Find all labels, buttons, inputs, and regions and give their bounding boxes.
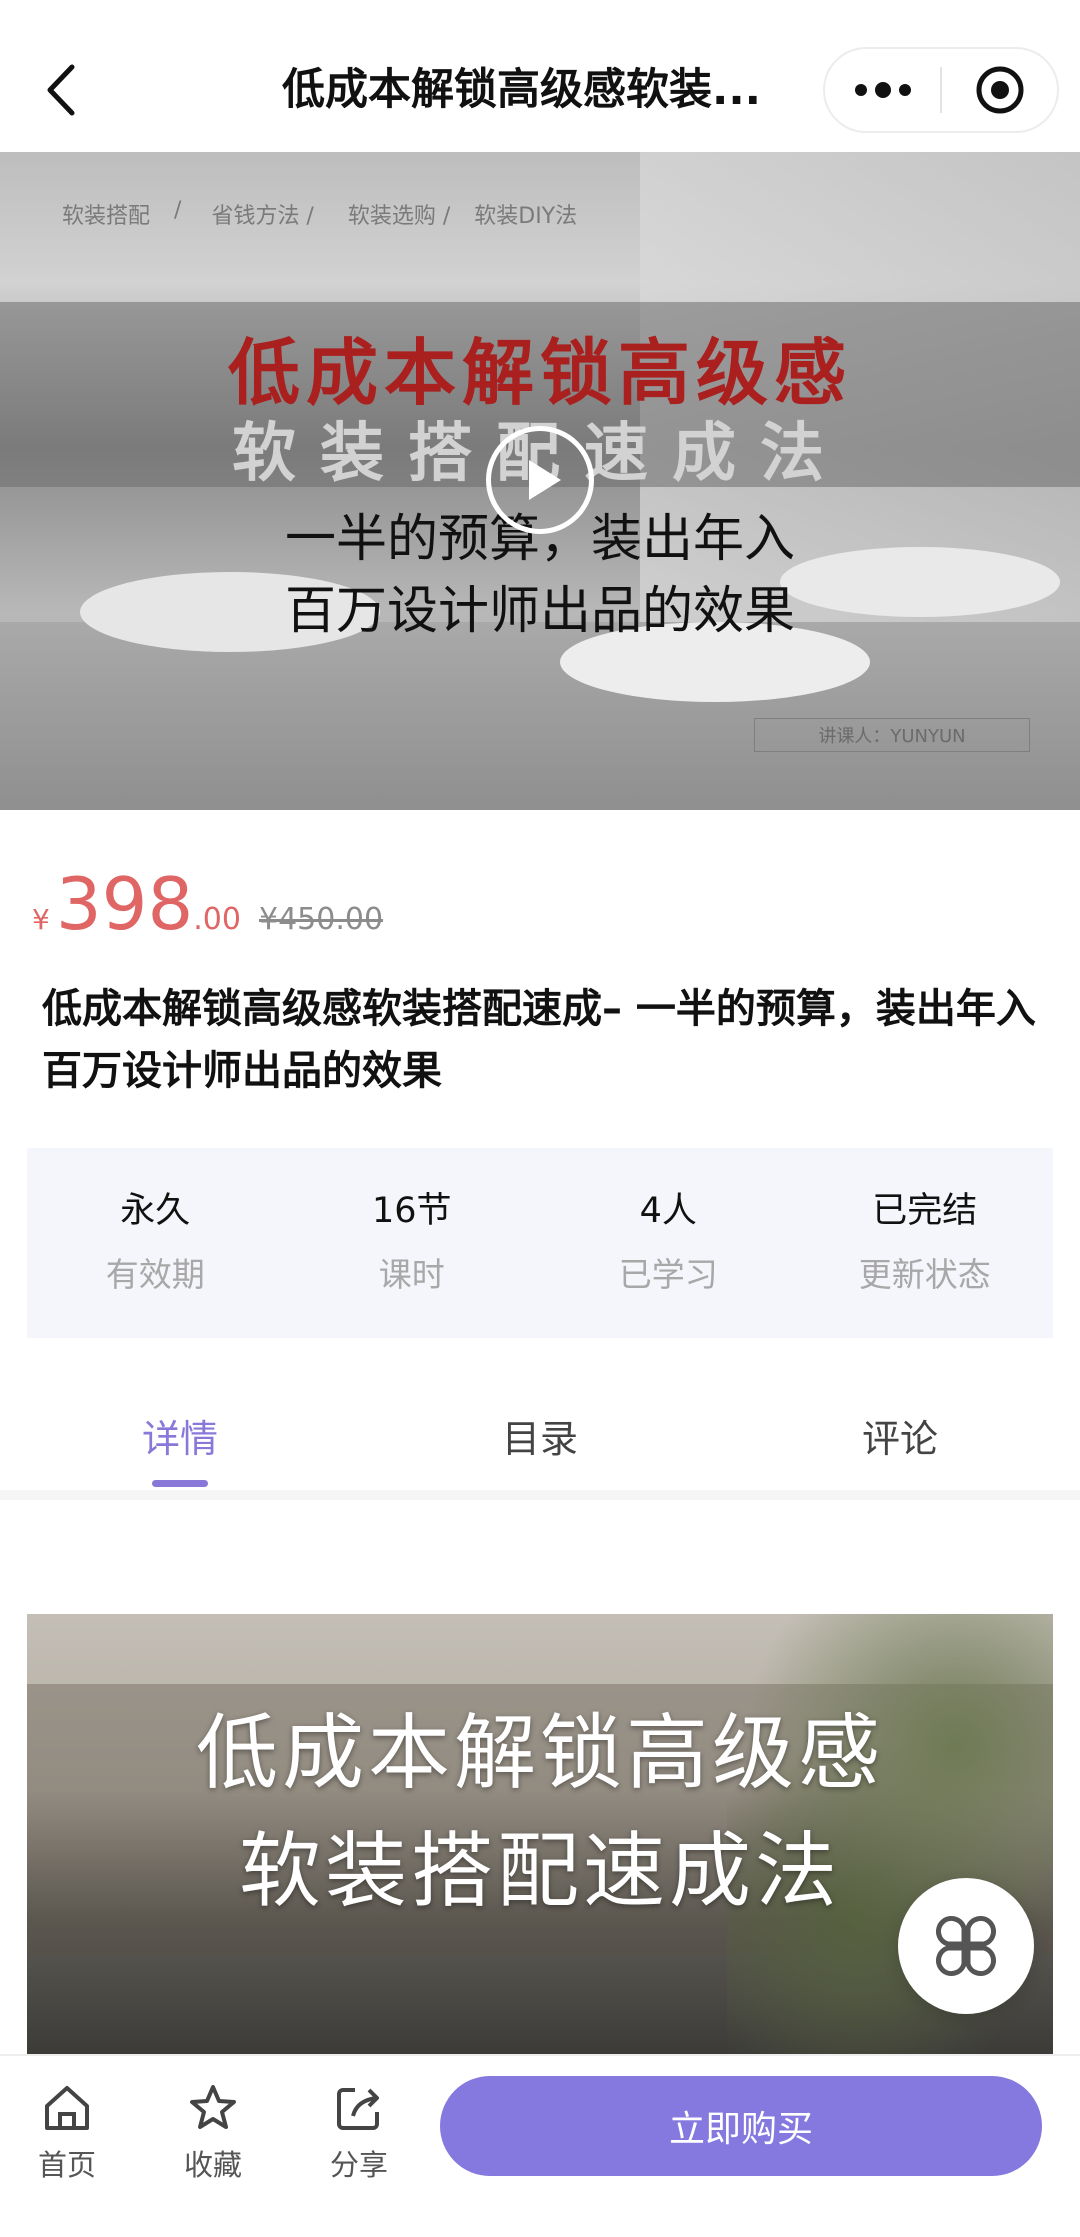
course-stats: 永久 有效期 16节 课时 4人 已学习 已完结 更新状态 <box>27 1148 1053 1338</box>
favorite-button[interactable]: 收藏 <box>158 2082 268 2184</box>
buy-now-button[interactable]: 立即购买 <box>440 2076 1042 2176</box>
home-button[interactable]: 首页 <box>12 2082 122 2184</box>
stat-label: 课时 <box>378 1255 445 1294</box>
target-icon <box>976 66 1023 114</box>
play-button[interactable] <box>486 426 594 534</box>
stat-lessons: 16节 课时 <box>284 1148 541 1338</box>
cover-breadcrumb: 软装搭配 / 省钱方法 / 软装选购 / 软装DIY法 <box>62 198 577 230</box>
stat-value: 永久 <box>120 1191 191 1231</box>
favorite-label: 收藏 <box>183 2148 242 2182</box>
share-button[interactable]: 分享 <box>304 2082 414 2184</box>
stat-update-status: 已完结 更新状态 <box>797 1148 1054 1338</box>
stat-value: 4人 <box>639 1191 697 1231</box>
breadcrumb-item: 软装搭配 <box>62 204 151 229</box>
detail-banner-line-1: 低成本解锁高级感 <box>195 1706 884 1801</box>
active-tab-indicator <box>152 1480 208 1487</box>
original-price: ¥450.00 <box>258 902 384 937</box>
stat-label: 更新状态 <box>858 1255 991 1294</box>
bottom-action-bar: 首页 收藏 分享 立即购买 <box>0 2054 1080 2237</box>
mini-program-capsule <box>823 47 1059 133</box>
price-decimal: .00 <box>193 902 241 937</box>
tab-label: 目录 <box>501 1417 578 1461</box>
content-tabs: 详情 目录 评论 <box>0 1370 1080 1500</box>
floating-menu-button[interactable] <box>898 1878 1034 2014</box>
close-program-button[interactable] <box>942 47 1057 133</box>
stat-value: 已完结 <box>872 1191 978 1231</box>
breadcrumb-item: 省钱方法 / <box>211 204 314 229</box>
stat-value: 16节 <box>371 1191 452 1231</box>
tab-catalog[interactable]: 目录 <box>360 1370 720 1490</box>
play-icon <box>529 460 561 500</box>
star-icon <box>190 2085 236 2129</box>
grid-menu-icon <box>935 1915 997 1977</box>
tab-label: 详情 <box>141 1417 218 1461</box>
home-label: 首页 <box>37 2148 96 2182</box>
stat-label: 已学习 <box>618 1255 718 1294</box>
tab-label: 评论 <box>861 1417 938 1461</box>
more-button[interactable] <box>825 47 940 133</box>
page-title: 低成本解锁高级感软装... <box>282 65 762 115</box>
detail-banner-image: 低成本解锁高级感 软装搭配速成法 <box>27 1614 1053 2054</box>
more-dots-icon <box>851 82 915 98</box>
share-label: 分享 <box>329 2148 388 2182</box>
share-icon <box>337 2088 379 2130</box>
chevron-left-icon <box>47 64 75 116</box>
stat-validity: 永久 有效期 <box>27 1148 284 1338</box>
tab-details[interactable]: 详情 <box>0 1370 360 1490</box>
detail-banner-line-2: 软装搭配速成法 <box>238 1824 841 1919</box>
price-integer: 398 <box>55 862 194 946</box>
course-title: 低成本解锁高级感软装搭配速成– 一半的预算，装出年入百万设计师出品的效果 <box>42 986 1036 1094</box>
price-currency: ¥ <box>32 903 50 936</box>
top-nav-bar: 低成本解锁高级感软装... <box>0 0 1080 152</box>
breadcrumb-item: 软装DIY法 <box>474 204 578 229</box>
breadcrumb-separator: / <box>174 198 182 223</box>
stat-label: 有效期 <box>105 1255 205 1294</box>
tab-comments[interactable]: 评论 <box>720 1370 1080 1490</box>
breadcrumb-item: 软装选购 / <box>347 204 451 229</box>
stat-learners: 4人 已学习 <box>540 1148 797 1338</box>
home-icon <box>45 2086 89 2130</box>
price-row: ¥ 398 .00 ¥450.00 <box>32 868 383 948</box>
back-button[interactable] <box>36 58 86 122</box>
tagline-line-2: 百万设计师出品的效果 <box>284 582 795 641</box>
course-video-cover[interactable]: 软装搭配 / 省钱方法 / 软装选购 / 软装DIY法 低成本解锁高级感 软装搭… <box>0 152 1080 810</box>
lecturer-tag: 讲课人：YUNYUN <box>754 718 1030 752</box>
